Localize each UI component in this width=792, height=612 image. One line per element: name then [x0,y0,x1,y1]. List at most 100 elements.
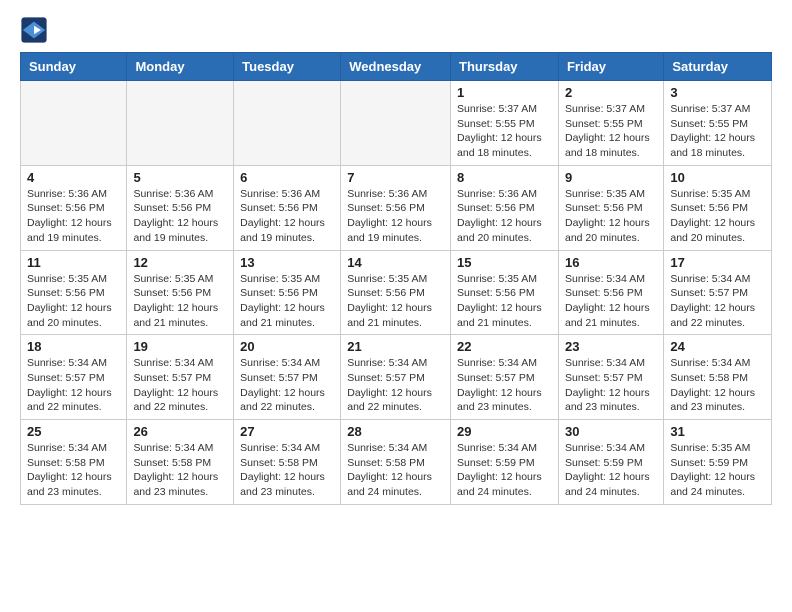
calendar-cell: 18 Sunrise: 5:34 AM Sunset: 5:57 PM Dayli… [21,335,127,420]
day-info: Sunrise: 5:35 AM Sunset: 5:59 PM Dayligh… [670,441,765,500]
header [20,16,772,44]
calendar-cell: 11 Sunrise: 5:35 AM Sunset: 5:56 PM Dayli… [21,250,127,335]
calendar-week-row: 4 Sunrise: 5:36 AM Sunset: 5:56 PM Daylig… [21,165,772,250]
page: SundayMondayTuesdayWednesdayThursdayFrid… [0,0,792,521]
day-info: Sunrise: 5:34 AM Sunset: 5:57 PM Dayligh… [565,356,657,415]
day-info: Sunrise: 5:34 AM Sunset: 5:58 PM Dayligh… [240,441,334,500]
day-number: 26 [133,424,227,439]
day-info: Sunrise: 5:34 AM Sunset: 5:57 PM Dayligh… [27,356,120,415]
day-info: Sunrise: 5:35 AM Sunset: 5:56 PM Dayligh… [133,272,227,331]
weekday-header-tuesday: Tuesday [234,53,341,81]
calendar-week-row: 25Sunrise: 5:34 AM Sunset: 5:58 PM Dayli… [21,420,772,505]
calendar-cell: 28 Sunrise: 5:34 AM Sunset: 5:58 PM Dayli… [341,420,451,505]
calendar-cell: 15 Sunrise: 5:35 AM Sunset: 5:56 PM Dayli… [451,250,559,335]
calendar-cell [341,81,451,166]
logo-icon [20,16,48,44]
day-info: Sunrise: 5:37 AM Sunset: 5:55 PM Dayligh… [457,102,552,161]
day-info: Sunrise: 5:34 AM Sunset: 5:57 PM Dayligh… [240,356,334,415]
day-info: Sunrise: 5:34 AM Sunset: 5:59 PM Dayligh… [457,441,552,500]
calendar-week-row: 18 Sunrise: 5:34 AM Sunset: 5:57 PM Dayli… [21,335,772,420]
calendar-cell: 20 Sunrise: 5:34 AM Sunset: 5:57 PM Dayli… [234,335,341,420]
calendar-cell: 25Sunrise: 5:34 AM Sunset: 5:58 PM Dayli… [21,420,127,505]
day-number: 29 [457,424,552,439]
day-number: 4 [27,170,120,185]
day-info: Sunrise: 5:37 AM Sunset: 5:55 PM Dayligh… [670,102,765,161]
weekday-header-thursday: Thursday [451,53,559,81]
calendar-cell [21,81,127,166]
calendar-cell: 31 Sunrise: 5:35 AM Sunset: 5:59 PM Dayli… [664,420,772,505]
day-number: 31 [670,424,765,439]
day-info: Sunrise: 5:36 AM Sunset: 5:56 PM Dayligh… [347,187,444,246]
day-number: 21 [347,339,444,354]
logo [20,16,52,44]
calendar-cell: 23Sunrise: 5:34 AM Sunset: 5:57 PM Dayli… [558,335,663,420]
day-number: 27 [240,424,334,439]
calendar-cell: 10Sunrise: 5:35 AM Sunset: 5:56 PM Dayli… [664,165,772,250]
calendar-cell: 14 Sunrise: 5:35 AM Sunset: 5:56 PM Dayli… [341,250,451,335]
day-info: Sunrise: 5:36 AM Sunset: 5:56 PM Dayligh… [133,187,227,246]
day-info: Sunrise: 5:36 AM Sunset: 5:56 PM Dayligh… [240,187,334,246]
day-info: Sunrise: 5:36 AM Sunset: 5:56 PM Dayligh… [457,187,552,246]
calendar: SundayMondayTuesdayWednesdayThursdayFrid… [20,52,772,505]
calendar-cell: 27 Sunrise: 5:34 AM Sunset: 5:58 PM Dayli… [234,420,341,505]
calendar-cell: 24 Sunrise: 5:34 AM Sunset: 5:58 PM Dayli… [664,335,772,420]
calendar-cell: 17Sunrise: 5:34 AM Sunset: 5:57 PM Dayli… [664,250,772,335]
calendar-cell: 4 Sunrise: 5:36 AM Sunset: 5:56 PM Daylig… [21,165,127,250]
day-number: 9 [565,170,657,185]
day-number: 1 [457,85,552,100]
weekday-header-monday: Monday [127,53,234,81]
day-info: Sunrise: 5:34 AM Sunset: 5:58 PM Dayligh… [347,441,444,500]
day-number: 6 [240,170,334,185]
day-info: Sunrise: 5:35 AM Sunset: 5:56 PM Dayligh… [347,272,444,331]
day-info: Sunrise: 5:34 AM Sunset: 5:59 PM Dayligh… [565,441,657,500]
day-number: 3 [670,85,765,100]
calendar-cell: 7Sunrise: 5:36 AM Sunset: 5:56 PM Daylig… [341,165,451,250]
calendar-cell: 29 Sunrise: 5:34 AM Sunset: 5:59 PM Dayli… [451,420,559,505]
day-number: 2 [565,85,657,100]
calendar-cell: 16Sunrise: 5:34 AM Sunset: 5:56 PM Dayli… [558,250,663,335]
calendar-cell [127,81,234,166]
day-number: 18 [27,339,120,354]
weekday-header-friday: Friday [558,53,663,81]
day-number: 14 [347,255,444,270]
calendar-cell: 3 Sunrise: 5:37 AM Sunset: 5:55 PM Daylig… [664,81,772,166]
day-number: 8 [457,170,552,185]
day-number: 20 [240,339,334,354]
day-number: 5 [133,170,227,185]
calendar-cell: 19Sunrise: 5:34 AM Sunset: 5:57 PM Dayli… [127,335,234,420]
calendar-cell: 5 Sunrise: 5:36 AM Sunset: 5:56 PM Daylig… [127,165,234,250]
day-info: Sunrise: 5:36 AM Sunset: 5:56 PM Dayligh… [27,187,120,246]
calendar-cell: 26Sunrise: 5:34 AM Sunset: 5:58 PM Dayli… [127,420,234,505]
calendar-cell: 1 Sunrise: 5:37 AM Sunset: 5:55 PM Daylig… [451,81,559,166]
day-number: 15 [457,255,552,270]
calendar-cell: 8 Sunrise: 5:36 AM Sunset: 5:56 PM Daylig… [451,165,559,250]
day-info: Sunrise: 5:37 AM Sunset: 5:55 PM Dayligh… [565,102,657,161]
day-number: 17 [670,255,765,270]
day-info: Sunrise: 5:35 AM Sunset: 5:56 PM Dayligh… [27,272,120,331]
day-number: 24 [670,339,765,354]
calendar-cell: 30 Sunrise: 5:34 AM Sunset: 5:59 PM Dayli… [558,420,663,505]
day-info: Sunrise: 5:34 AM Sunset: 5:58 PM Dayligh… [670,356,765,415]
calendar-cell: 13 Sunrise: 5:35 AM Sunset: 5:56 PM Dayli… [234,250,341,335]
day-info: Sunrise: 5:35 AM Sunset: 5:56 PM Dayligh… [240,272,334,331]
day-number: 13 [240,255,334,270]
calendar-cell: 6 Sunrise: 5:36 AM Sunset: 5:56 PM Daylig… [234,165,341,250]
calendar-cell: 2 Sunrise: 5:37 AM Sunset: 5:55 PM Daylig… [558,81,663,166]
weekday-header-saturday: Saturday [664,53,772,81]
calendar-week-row: 1 Sunrise: 5:37 AM Sunset: 5:55 PM Daylig… [21,81,772,166]
day-info: Sunrise: 5:34 AM Sunset: 5:57 PM Dayligh… [347,356,444,415]
calendar-cell: 9Sunrise: 5:35 AM Sunset: 5:56 PM Daylig… [558,165,663,250]
calendar-cell: 21 Sunrise: 5:34 AM Sunset: 5:57 PM Dayli… [341,335,451,420]
day-info: Sunrise: 5:35 AM Sunset: 5:56 PM Dayligh… [457,272,552,331]
day-info: Sunrise: 5:34 AM Sunset: 5:57 PM Dayligh… [457,356,552,415]
day-number: 28 [347,424,444,439]
calendar-cell: 22 Sunrise: 5:34 AM Sunset: 5:57 PM Dayli… [451,335,559,420]
calendar-cell: 12Sunrise: 5:35 AM Sunset: 5:56 PM Dayli… [127,250,234,335]
day-number: 11 [27,255,120,270]
day-number: 22 [457,339,552,354]
weekday-header-wednesday: Wednesday [341,53,451,81]
day-number: 19 [133,339,227,354]
calendar-cell [234,81,341,166]
day-info: Sunrise: 5:34 AM Sunset: 5:56 PM Dayligh… [565,272,657,331]
day-number: 30 [565,424,657,439]
